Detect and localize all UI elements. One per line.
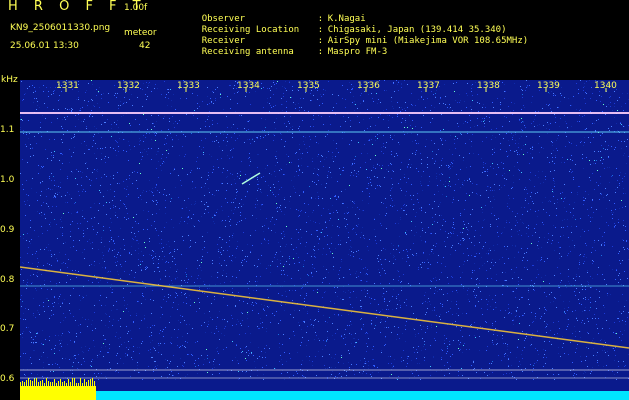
activity-peak bbox=[20, 386, 96, 400]
file-name: KN9_2506011330.png bbox=[10, 23, 111, 33]
x-tick-label: 1337 bbox=[417, 81, 440, 91]
y-tick-label: 1.1 bbox=[0, 125, 15, 135]
x-tick-label: 1331 bbox=[56, 81, 79, 91]
x-tick-label: 1335 bbox=[297, 81, 320, 91]
x-tick-label: 1334 bbox=[237, 81, 260, 91]
spectrogram-canvas bbox=[20, 80, 629, 400]
y-tick-label: 1.0 bbox=[0, 175, 15, 185]
spectrogram-plot bbox=[20, 80, 629, 400]
x-tick-label: 1332 bbox=[117, 81, 140, 91]
y-tick-label: 0.9 bbox=[0, 225, 15, 235]
x-tick-label: 1340 bbox=[594, 81, 617, 91]
hrofft-spectrogram: H R O F F T 1.00f KN9_2506011330.png met… bbox=[0, 0, 629, 400]
date-time: 25.06.01 13:30 bbox=[10, 41, 79, 51]
activity-bar bbox=[20, 391, 629, 400]
y-axis: 1.1 1.0 0.9 0.8 0.7 0.6 bbox=[0, 80, 20, 400]
meteor-count: 42 bbox=[139, 41, 151, 51]
x-tick-label: 1336 bbox=[357, 81, 380, 91]
y-tick-label: 0.7 bbox=[0, 324, 15, 334]
info-value: Maspro FM-3 bbox=[327, 47, 388, 57]
x-tick-label: 1338 bbox=[477, 81, 500, 91]
x-tick-label: 1339 bbox=[537, 81, 560, 91]
y-tick-label: 0.6 bbox=[0, 374, 15, 384]
info-antenna: Receiving antenna: Maspro FM-3 bbox=[201, 47, 388, 57]
info-key: Receiving antenna bbox=[201, 47, 294, 57]
app-version: 1.00f bbox=[124, 3, 148, 13]
meteor-label: meteor bbox=[124, 28, 157, 38]
x-tick-label: 1333 bbox=[177, 81, 200, 91]
y-tick-label: 0.8 bbox=[0, 275, 15, 285]
